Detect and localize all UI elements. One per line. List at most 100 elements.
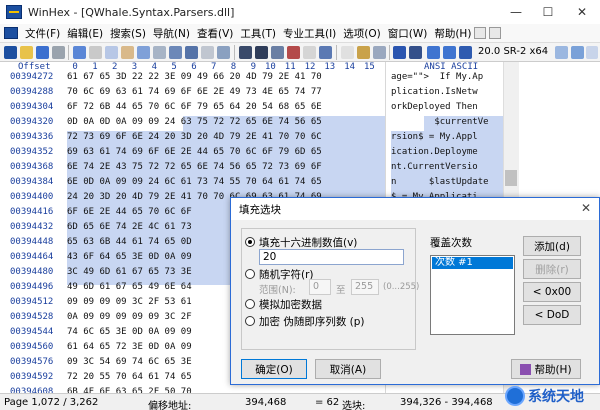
passes-list[interactable]: 次数 #1 [430,255,515,335]
convert-icon[interactable] [217,46,230,59]
delete-button[interactable]: 删除(r) [523,259,581,279]
add-button[interactable]: 添加(d) [523,236,581,256]
save-icon[interactable] [36,46,49,59]
range-hint: (0...255) [383,282,420,292]
replace-icon[interactable] [271,46,284,59]
clipboard-icon[interactable] [137,46,150,59]
radio-random[interactable] [245,269,255,279]
row-ascii-text[interactable]: $currentVe [391,117,488,127]
winhex-app-icon [6,5,22,19]
document-icon[interactable] [4,27,18,39]
menu-specialist-tools[interactable]: 专业工具(I) [283,26,336,41]
row-ascii-text[interactable]: rsion$ = My.Appl [391,132,478,142]
row-ascii-text[interactable]: nt.CurrentVersio [391,162,478,172]
dod-button[interactable]: < DoD [523,305,581,325]
pass-item[interactable]: 次数 #1 [432,257,513,269]
find-hex-icon[interactable] [255,46,268,59]
new-icon[interactable] [4,46,17,59]
settings-icon[interactable] [555,46,568,59]
row-offset: 00394560 [10,342,54,352]
help-button[interactable]: 帮助(H) [511,359,581,379]
copy-icon[interactable] [105,46,118,59]
range-to-input[interactable]: 255 [351,279,379,295]
block-icon[interactable] [169,46,182,59]
row-ascii-text[interactable]: ication.Deployme [391,147,478,157]
row-hex-bytes[interactable]: 6E 74 2E 43 75 72 72 65 6E 74 56 65 72 7… [67,162,322,172]
row-hex-bytes[interactable]: 6D 65 6E 74 2E 4C 61 73 [67,222,192,232]
row-hex-bytes[interactable]: 0D 0A 0D 0A 09 09 24 63 75 72 72 65 6E 7… [67,117,322,127]
row-hex-bytes[interactable]: 72 20 55 70 64 61 74 65 [67,372,192,382]
back-icon[interactable] [427,46,440,59]
disk-icon[interactable] [341,46,354,59]
radio-encrypt[interactable] [245,299,255,309]
mdi-minimize-icon[interactable] [474,27,487,39]
ok-button[interactable]: 确定(O) [241,359,307,379]
print-icon[interactable] [52,46,65,59]
row-hex-bytes[interactable]: 3C 49 6D 61 67 65 73 3E [67,267,192,277]
row-ascii-text[interactable]: n $lastUpdate [391,177,489,187]
row-hex-bytes[interactable]: 49 6D 61 67 65 49 6E 64 [67,282,192,292]
arrow-right-icon[interactable] [393,46,406,59]
goto-icon[interactable] [319,46,332,59]
close-button[interactable]: ✕ [566,0,598,24]
scrollbar-thumb[interactable] [505,170,517,186]
zero-fill-button[interactable]: < 0x00 [523,282,581,302]
find-icon[interactable] [239,46,252,59]
next-icon[interactable] [459,46,472,59]
info-icon[interactable] [586,46,598,59]
minimize-button[interactable]: — [500,0,532,24]
cut-icon[interactable] [89,46,102,59]
menu-tools[interactable]: 工具(T) [240,26,276,41]
cancel-button[interactable]: 取消(A) [315,359,381,379]
fill-icon[interactable] [185,46,198,59]
calc-icon[interactable] [373,46,386,59]
row-ascii-text[interactable]: orkDeployed Then [391,102,478,112]
row-offset: 00394352 [10,147,54,157]
row-hex-bytes[interactable]: 0A 09 09 09 09 09 3C 2F [67,312,192,322]
menu-options[interactable]: 选项(O) [343,26,380,41]
row-hex-bytes[interactable]: 09 3C 54 69 74 6C 65 3E [67,357,192,367]
dialog-close-button[interactable]: ✕ [581,201,591,215]
row-hex-bytes[interactable]: 70 6C 69 63 61 74 69 6F 6E 2E 49 73 4E 6… [67,87,322,97]
hex-value-input[interactable]: 20 [259,249,404,265]
menu-navigate[interactable]: 导航(N) [153,26,190,41]
row-hex-bytes[interactable]: 61 67 65 3D 22 22 3E 09 49 66 20 4D 79 2… [67,72,322,82]
help-icon[interactable] [571,46,584,59]
row-hex-bytes[interactable]: 74 6C 65 3E 0D 0A 09 09 [67,327,192,337]
paste-icon[interactable] [121,46,134,59]
row-hex-bytes[interactable]: 09 09 09 09 3C 2F 53 61 [67,297,192,307]
row-hex-bytes[interactable]: 6F 6E 2E 44 65 70 6C 6F [67,207,192,217]
row-hex-bytes[interactable]: 6F 72 6B 44 65 70 6C 6F 79 65 64 20 54 6… [67,102,322,112]
radio-encrypt-pseudo[interactable] [245,316,255,326]
radio-hex-value[interactable] [245,237,255,247]
forward-icon[interactable] [443,46,456,59]
row-hex-bytes[interactable]: 43 6F 64 65 3E 0D 0A 09 [67,252,192,262]
mdi-close-icon[interactable] [489,27,502,39]
find-next-icon[interactable] [287,46,300,59]
window-title: WinHex - [QWhale.Syntax.Parsers.dll] [28,5,235,19]
row-offset: 00394288 [10,87,54,97]
row-hex-bytes[interactable]: 61 64 65 72 3E 0D 0A 09 [67,342,192,352]
binary-icon[interactable] [201,46,214,59]
undo-icon[interactable] [73,46,86,59]
row-hex-bytes[interactable]: 6E 0D 0A 09 09 24 6C 61 73 74 55 70 64 6… [67,177,322,187]
compare-icon[interactable] [153,46,166,59]
row-ascii-text[interactable]: age=""> If My.Ap [391,72,483,82]
menu-view[interactable]: 查看(V) [197,26,233,41]
menu-help[interactable]: 帮助(H) [434,26,471,41]
row-ascii-text[interactable]: plication.IsNetw [391,87,478,97]
row-offset: 00394416 [10,207,54,217]
menu-file[interactable]: 文件(F) [25,26,60,41]
menu-window[interactable]: 窗口(W) [388,26,428,41]
hex-mode-icon[interactable] [303,46,316,59]
maximize-button[interactable]: ☐ [532,0,564,24]
menu-search[interactable]: 搜索(S) [110,26,146,41]
menu-edit[interactable]: 编辑(E) [67,26,103,41]
ram-icon[interactable] [357,46,370,59]
row-hex-bytes[interactable]: 69 63 61 74 69 6F 6E 2E 44 65 70 6C 6F 7… [67,147,322,157]
range-from-input[interactable]: 0 [309,279,331,295]
step-icon[interactable] [409,46,422,59]
row-hex-bytes[interactable]: 65 63 6B 44 61 74 65 0D [67,237,192,247]
row-hex-bytes[interactable]: 72 73 69 6F 6E 24 20 3D 20 4D 79 2E 41 7… [67,132,322,142]
open-icon[interactable] [20,46,33,59]
